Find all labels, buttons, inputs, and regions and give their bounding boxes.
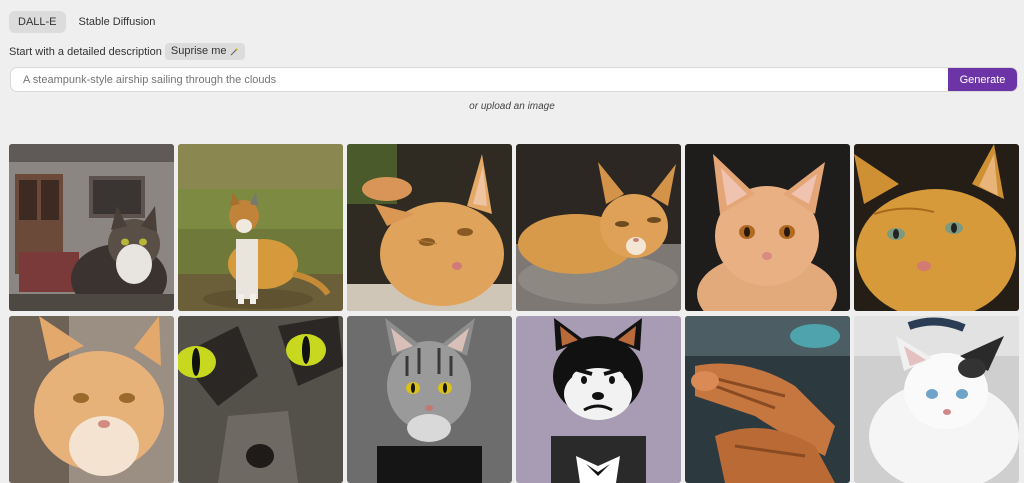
- gallery-image-orange-kitten[interactable]: [685, 144, 850, 311]
- image-gallery: [9, 144, 1019, 483]
- gallery-image-tabby-house[interactable]: [9, 144, 174, 311]
- description-row: Start with a detailed description Supris…: [9, 43, 245, 60]
- upload-row: or upload an image: [0, 101, 1024, 112]
- tab-dall-e[interactable]: DALL-E: [9, 11, 66, 33]
- gallery-image-white-cat[interactable]: [854, 316, 1019, 483]
- upload-image-link[interactable]: upload an image: [481, 101, 555, 112]
- tab-stable-diffusion[interactable]: Stable Diffusion: [70, 11, 165, 33]
- gallery-image-orange-portrait[interactable]: [854, 144, 1019, 311]
- gallery-image-orange-lying[interactable]: [516, 144, 681, 311]
- gallery-image-cartoon-cat[interactable]: [516, 316, 681, 483]
- prompt-input[interactable]: [11, 68, 948, 91]
- generate-button[interactable]: Generate: [948, 68, 1017, 91]
- prompt-bar: Generate: [10, 67, 1018, 92]
- surprise-me-label: Suprise me: [170, 45, 227, 57]
- gallery-image-green-eyes[interactable]: [178, 316, 343, 483]
- upload-prefix: or: [469, 101, 479, 112]
- gallery-image-orange-white[interactable]: [9, 316, 174, 483]
- gallery-image-ginger-paws[interactable]: [685, 316, 850, 483]
- surprise-me-button[interactable]: Suprise me: [164, 43, 245, 60]
- gallery-image-calico-field[interactable]: [178, 144, 343, 311]
- model-tabs: DALL-E Stable Diffusion: [9, 11, 164, 33]
- gallery-image-silver-tabby[interactable]: [347, 316, 512, 483]
- gallery-image-orange-closeup[interactable]: [347, 144, 512, 311]
- magic-wand-icon: [230, 47, 238, 56]
- description-label: Start with a detailed description: [9, 45, 162, 58]
